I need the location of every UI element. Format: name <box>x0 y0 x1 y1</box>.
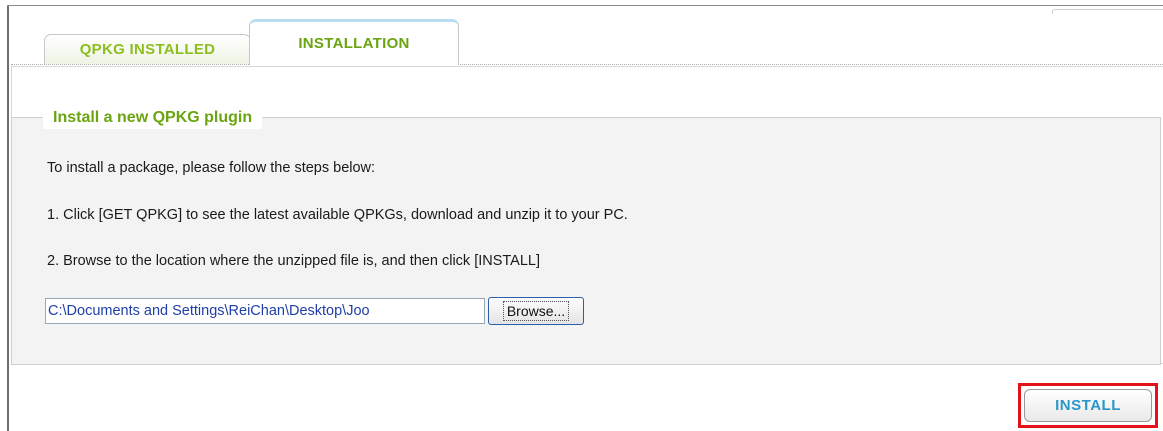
fieldset-top-border-right <box>330 117 1161 118</box>
browse-button-label: Browse... <box>502 301 570 321</box>
install-fieldset <box>11 117 1161 365</box>
tab-qpkg-installed[interactable]: QPKG INSTALLED <box>44 34 251 64</box>
file-path-input[interactable]: C:\Documents and Settings\ReiChan\Deskto… <box>45 298 485 324</box>
app-window: QPKG INSTALLED INSTALLATION Install a ne… <box>0 0 1163 431</box>
fieldset-legend: Install a new QPKG plugin <box>43 107 263 129</box>
browse-button[interactable]: Browse... <box>488 297 584 325</box>
file-picker: C:\Documents and Settings\ReiChan\Deskto… <box>45 296 584 326</box>
window-left-border <box>7 5 9 431</box>
install-button[interactable]: INSTALL <box>1024 389 1152 422</box>
instructions-step-1: 1. Click [GET QPKG] to see the latest av… <box>47 207 628 223</box>
instructions-intro: To install a package, please follow the … <box>47 160 376 176</box>
fieldset-top-border-left <box>12 117 43 118</box>
tab-bar: QPKG INSTALLED INSTALLATION <box>11 6 1163 65</box>
tab-installation[interactable]: INSTALLATION <box>249 19 459 65</box>
instructions-step-2: 2. Browse to the location where the unzi… <box>47 253 540 269</box>
